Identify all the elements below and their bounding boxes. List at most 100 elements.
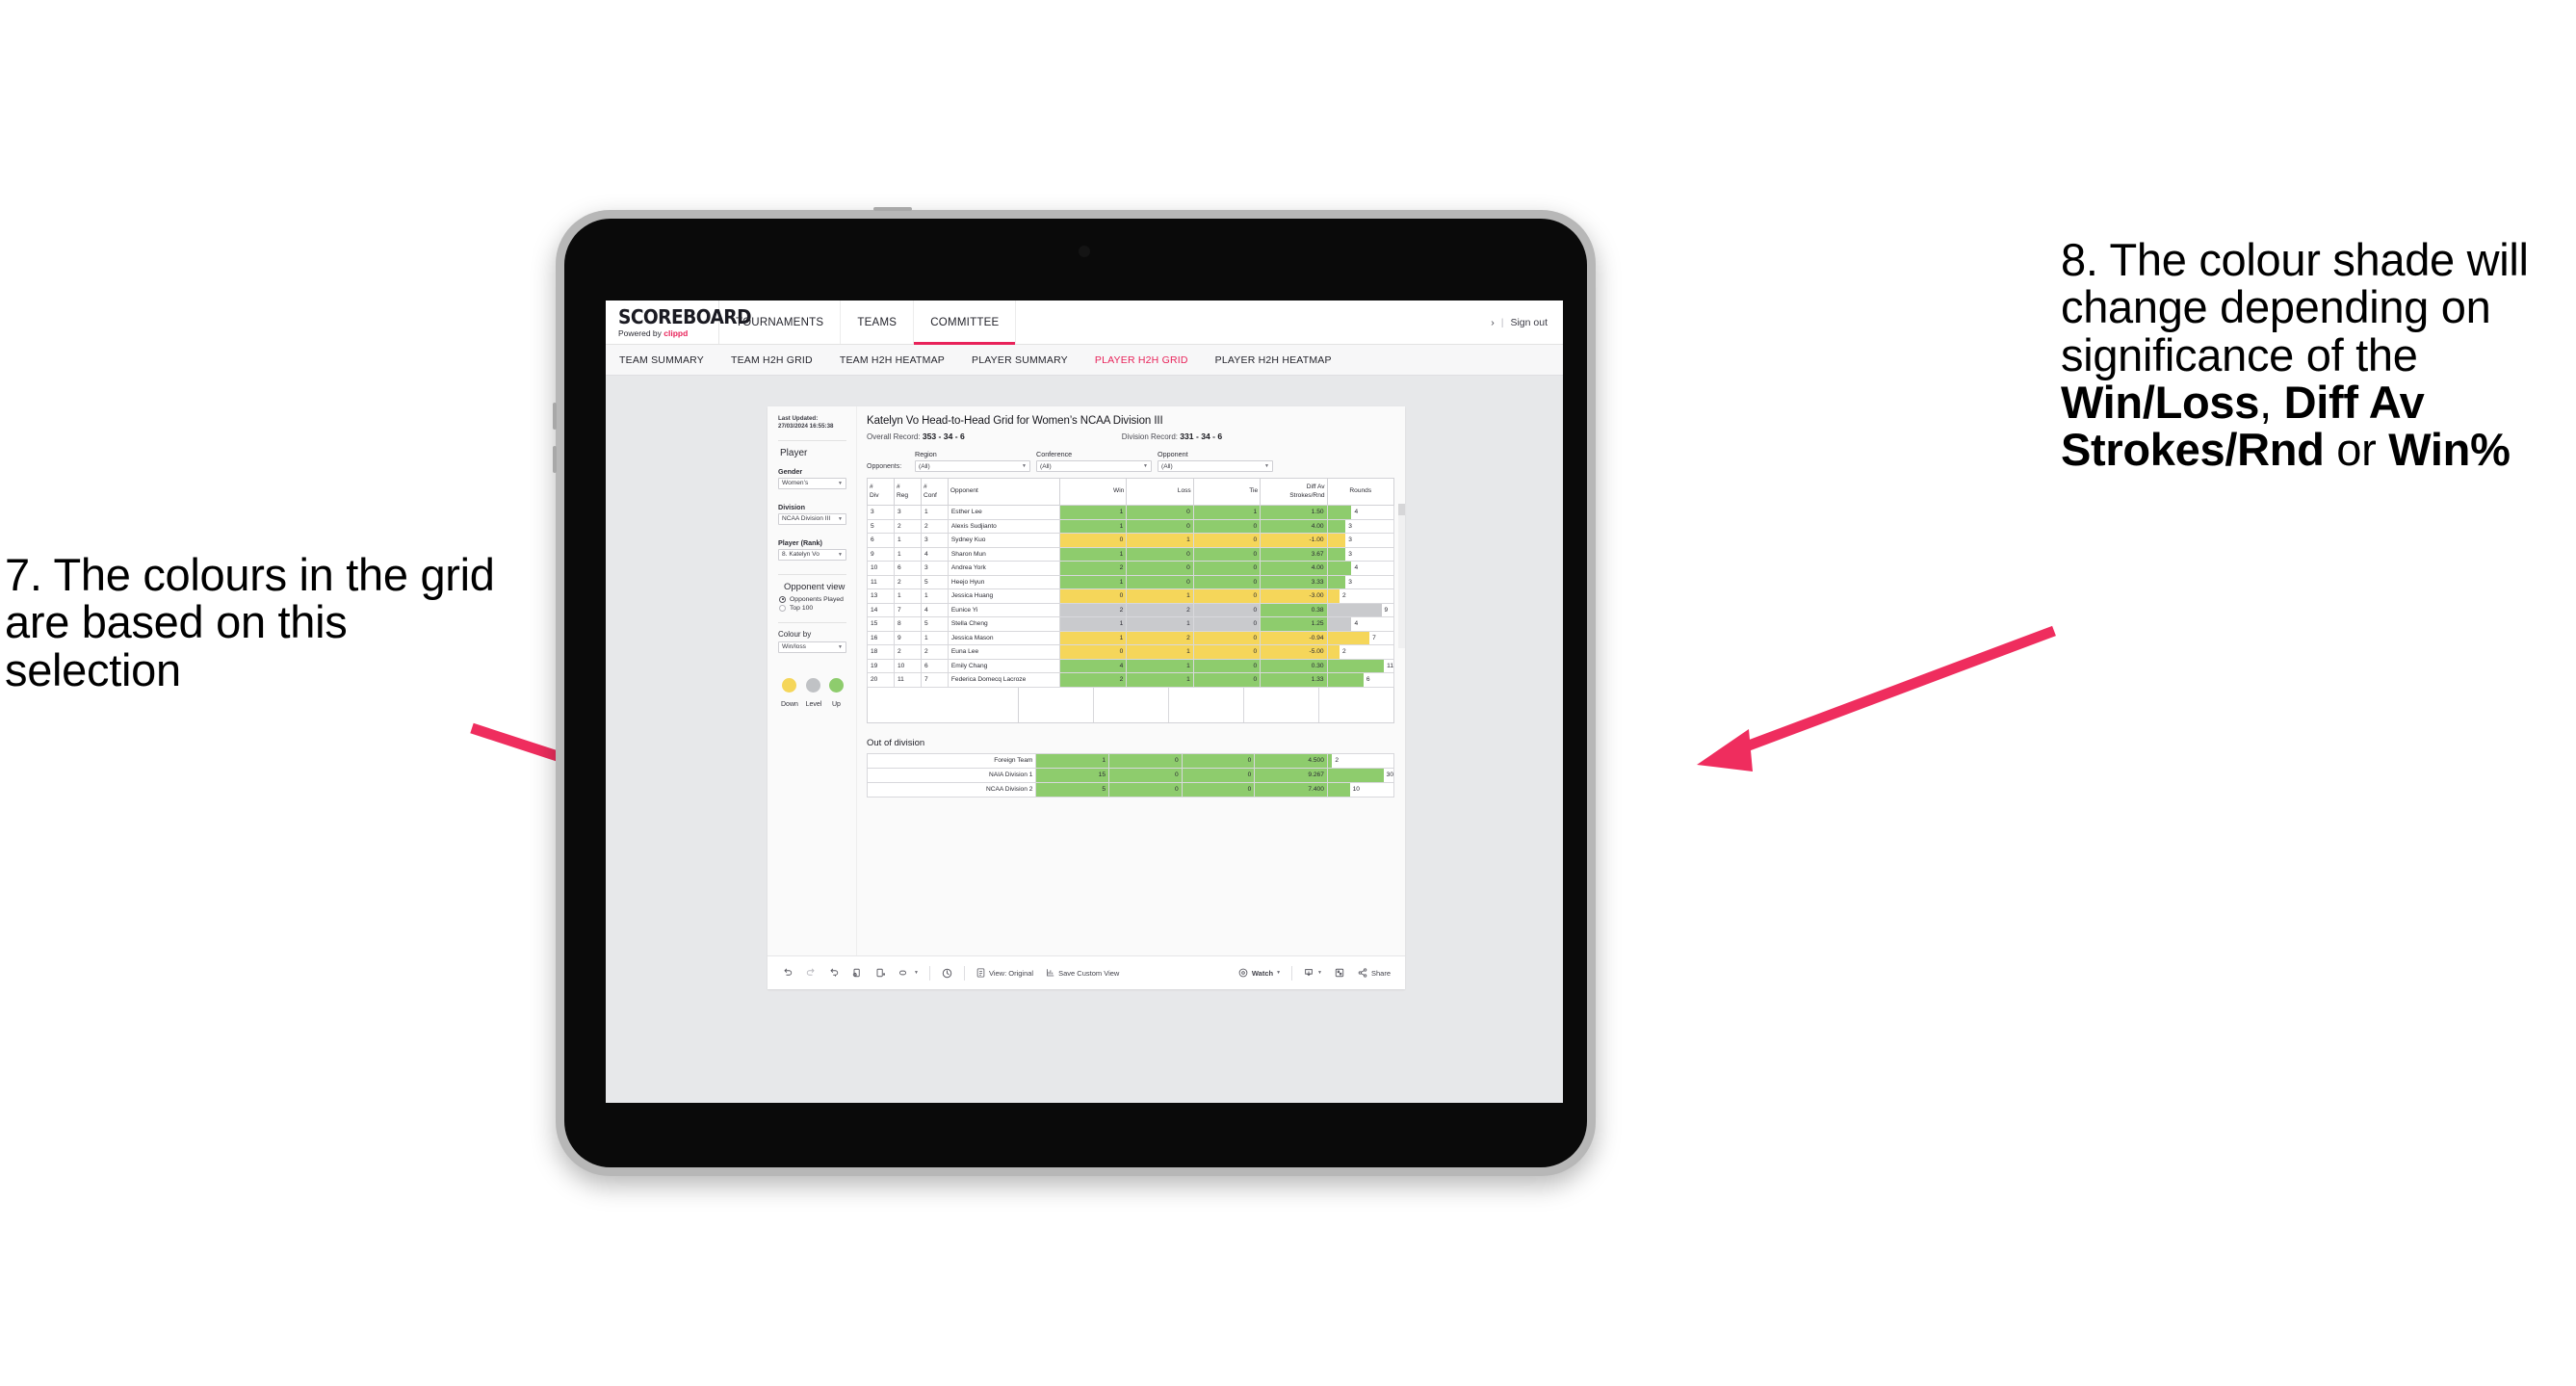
pause-updates-button[interactable] <box>869 967 892 979</box>
legend-dot-down <box>782 677 797 693</box>
table-row[interactable]: 14 7 4 Eunice Yi 2 2 0 0.38 9 <box>867 602 1395 617</box>
cell-div: 13 <box>867 588 895 604</box>
view-original-button[interactable]: View: Original <box>970 967 1039 979</box>
col-diff-line1: Diff Av <box>1306 484 1325 491</box>
download-button[interactable]: ▼ <box>1297 967 1328 979</box>
overall-record-label: Overall Record: <box>867 432 921 441</box>
filter-conference-select[interactable]: (All) ▼ <box>1036 460 1152 472</box>
cell-ood-loss: 0 <box>1108 767 1183 783</box>
volume-up-button[interactable] <box>553 403 557 430</box>
filter-colour-by-select[interactable]: Win/loss ▼ <box>778 641 846 653</box>
rounds-bar-fill <box>1327 547 1346 561</box>
top-navigation: TOURNAMENTS TEAMS COMMITTEE <box>719 301 1017 345</box>
annotation-right-part-0: 8. The colour shade will change dependin… <box>2061 234 2529 380</box>
cell-rounds: 4 <box>1326 616 1395 632</box>
fullscreen-button[interactable] <box>1328 967 1351 979</box>
table-row[interactable]: 9 1 4 Sharon Mun 1 0 0 3.67 3 <box>867 546 1395 562</box>
undo-button[interactable] <box>776 967 799 979</box>
volume-down-button[interactable] <box>553 446 557 473</box>
col-div-line2: Div <box>870 491 879 499</box>
subnav-team-h2h-grid[interactable]: TEAM H2H GRID <box>717 354 826 366</box>
revert-button[interactable] <box>822 967 846 979</box>
table-row[interactable]: 3 3 1 Esther Lee 1 0 1 1.50 4 <box>867 505 1395 520</box>
division-record-label: Division Record: <box>1121 432 1179 441</box>
radio-opponents-played[interactable]: Opponents Played <box>779 595 846 603</box>
table-row[interactable]: NCAA Division 2 5 0 0 7.400 10 <box>866 781 1395 798</box>
filter-colour-by-label: Colour by <box>778 629 812 639</box>
rounds-bar: 3 <box>1327 547 1393 561</box>
cell-reg: 2 <box>893 644 922 660</box>
table-row[interactable]: 11 2 5 Heejo Hyun 1 0 0 3.33 3 <box>867 574 1395 589</box>
refresh-data-button[interactable] <box>846 967 869 979</box>
cell-diff: 1.50 <box>1260 505 1328 520</box>
table-row[interactable]: NAIA Division 1 15 0 0 9.267 30 <box>866 767 1395 783</box>
share-button[interactable]: Share <box>1351 967 1396 979</box>
cell-diff: 3.33 <box>1260 574 1328 589</box>
table-row[interactable]: 20 11 7 Federica Domecq Lacroze 2 1 0 1.33 6 <box>867 672 1395 688</box>
filter-conference-value: (All) <box>1040 462 1052 470</box>
cell-tie: 0 <box>1192 588 1262 604</box>
power-button[interactable] <box>873 207 912 211</box>
opponent-filter-row: Opponents: Region (All) ▼ Conference (Al… <box>867 450 1394 472</box>
header-separator: | <box>1500 316 1504 328</box>
cell-rounds: 3 <box>1326 574 1395 589</box>
filter-opponent-select[interactable]: (All) ▼ <box>1158 460 1273 472</box>
col-tie: Tie <box>1192 478 1262 506</box>
chevron-right-icon[interactable]: › <box>1491 317 1495 328</box>
scrollbar-thumb[interactable] <box>1398 504 1405 515</box>
watch-button[interactable]: Watch ▼ <box>1232 967 1287 979</box>
cell-tie: 0 <box>1192 616 1262 632</box>
cell-conf: 5 <box>920 616 949 632</box>
table-row[interactable]: 15 8 5 Stella Cheng 1 1 0 1.25 4 <box>867 616 1395 632</box>
filter-player-rank-select[interactable]: 8. Katelyn Vo ▼ <box>778 548 846 561</box>
filter-gender-label: Gender <box>778 466 803 476</box>
cell-win: 1 <box>1058 518 1128 534</box>
cell-rounds: 4 <box>1326 561 1395 576</box>
annotation-right: 8. The colour shade will change dependin… <box>2061 236 2571 474</box>
nav-item-teams[interactable]: TEAMS <box>841 301 915 344</box>
grid-vertical-scrollbar[interactable] <box>1398 504 1405 648</box>
table-row[interactable]: Foreign Team 1 0 0 4.500 2 <box>866 752 1395 769</box>
subnav-player-summary[interactable]: PLAYER SUMMARY <box>958 354 1081 366</box>
app-logo[interactable]: SCOREBOARD Powered by clippd <box>606 301 752 344</box>
redo-button[interactable] <box>799 967 822 979</box>
table-row[interactable]: 16 9 1 Jessica Mason 1 2 0 -0.94 7 <box>867 630 1395 645</box>
filter-division-select[interactable]: NCAA Division III ▼ <box>778 512 846 525</box>
table-row[interactable]: 19 10 6 Emily Chang 4 1 0 0.30 11 <box>867 658 1395 673</box>
subnav-team-h2h-heatmap[interactable]: TEAM H2H HEATMAP <box>826 354 958 366</box>
legend-item-down: Down <box>781 677 798 708</box>
arrow-right-pointer <box>1697 625 2056 771</box>
refresh-data-icon <box>852 968 860 978</box>
filter-region-select[interactable]: (All) ▼ <box>915 460 1030 472</box>
table-row[interactable]: 13 1 1 Jessica Huang 0 1 0 -3.00 2 <box>867 588 1395 604</box>
alerts-button[interactable] <box>935 967 959 980</box>
nav-item-committee[interactable]: COMMITTEE <box>914 301 1017 345</box>
cell-ood-diff: 9.267 <box>1254 767 1328 783</box>
front-camera <box>1079 246 1090 257</box>
filter-gender-select[interactable]: Women’s ▼ <box>778 477 846 489</box>
sign-out-link[interactable]: Sign out <box>1510 317 1548 328</box>
col-reg-line1: # <box>896 484 900 491</box>
highlight-button[interactable]: ▼ <box>892 967 924 979</box>
table-row[interactable]: 6 1 3 Sydney Kuo 0 1 0 -1.00 3 <box>867 533 1395 548</box>
cell-conf: 5 <box>920 574 949 589</box>
filter-opponent-label: Opponent <box>1158 450 1188 458</box>
table-row[interactable]: 5 2 2 Alexis Sudjianto 1 0 0 4.00 3 <box>867 518 1395 534</box>
download-icon <box>1305 969 1313 977</box>
chevron-down-icon: ▼ <box>838 643 843 650</box>
rounds-bar-fill <box>1327 617 1352 631</box>
nav-item-tournaments[interactable]: TOURNAMENTS <box>719 301 842 344</box>
subnav-team-summary[interactable]: TEAM SUMMARY <box>619 354 717 366</box>
rounds-bar-value: 3 <box>1348 522 1352 530</box>
pause-updates-icon <box>876 968 885 978</box>
subnav-player-h2h-grid[interactable]: PLAYER H2H GRID <box>1081 354 1202 366</box>
subnav-player-h2h-heatmap[interactable]: PLAYER H2H HEATMAP <box>1202 354 1345 366</box>
table-row[interactable]: 18 2 2 Euna Lee 0 1 0 -5.00 2 <box>867 644 1395 660</box>
cell-loss: 0 <box>1126 561 1194 576</box>
radio-top-100[interactable]: Top 100 <box>779 604 846 612</box>
table-row[interactable]: 10 6 3 Andrea York 2 0 0 4.00 4 <box>867 561 1395 576</box>
tablet-bezel: SCOREBOARD Powered by clippd TOURNAMENTS… <box>564 219 1587 1167</box>
save-custom-view-button[interactable]: Save Custom View <box>1039 967 1125 979</box>
cell-reg: 9 <box>893 630 922 645</box>
division-record: Division Record: 331 - 34 - 6 <box>1122 431 1222 441</box>
